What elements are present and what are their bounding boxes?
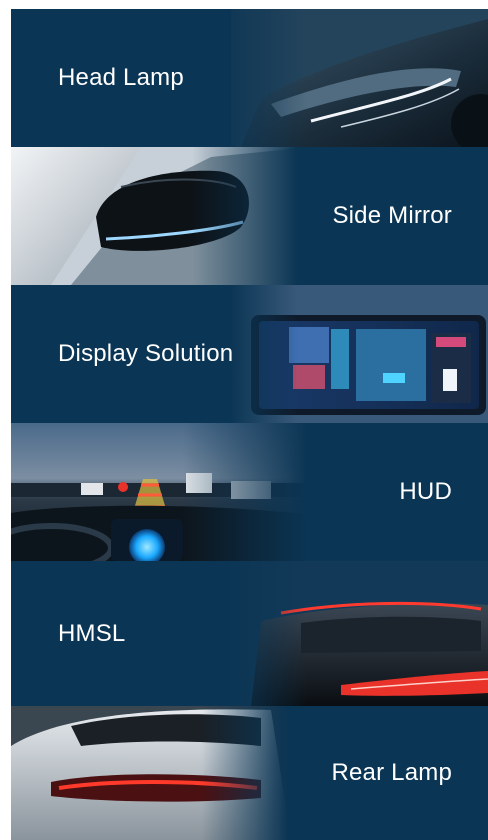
tile-label-rear-lamp: Rear Lamp bbox=[331, 759, 452, 786]
product-category-menu: Head Lamp Side Mirror Display Solution H… bbox=[11, 9, 488, 840]
tile-label-head-lamp: Head Lamp bbox=[58, 64, 184, 91]
tile-label-display-solution: Display Solution bbox=[58, 340, 234, 367]
tile-label-hmsl: HMSL bbox=[58, 619, 126, 647]
tile-label-hud: HUD bbox=[399, 478, 452, 505]
tile-side-mirror[interactable]: Side Mirror bbox=[11, 147, 488, 285]
tile-display-solution[interactable]: Display Solution bbox=[11, 285, 488, 423]
tile-hmsl[interactable]: HMSL bbox=[11, 561, 488, 706]
tile-head-lamp[interactable]: Head Lamp bbox=[11, 9, 488, 147]
tile-label-side-mirror: Side Mirror bbox=[332, 202, 452, 229]
tile-hud[interactable]: HUD bbox=[11, 423, 488, 561]
tile-rear-lamp[interactable]: Rear Lamp bbox=[11, 706, 488, 840]
